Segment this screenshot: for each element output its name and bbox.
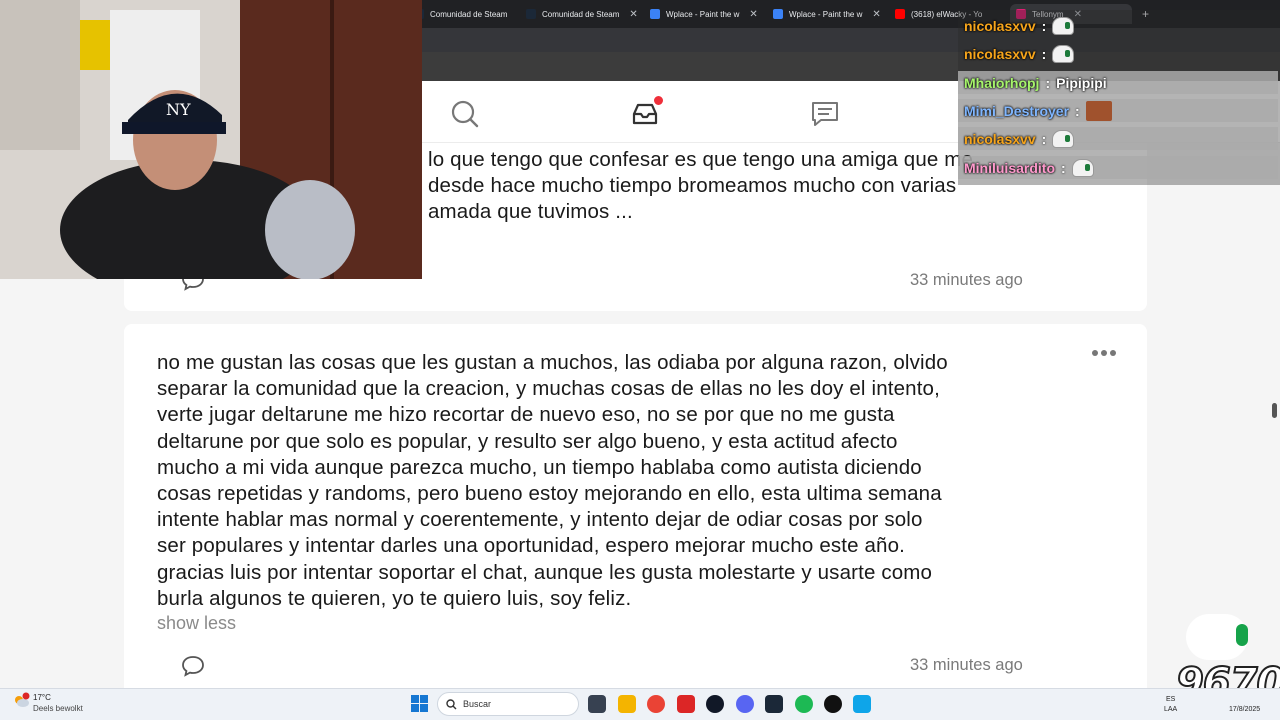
chat-separator: :: [1045, 74, 1051, 91]
chat-separator: :: [1041, 17, 1047, 34]
steam-icon: [526, 9, 536, 19]
task-view-icon[interactable]: [588, 695, 606, 713]
file-explorer-icon[interactable]: [618, 695, 636, 713]
close-icon[interactable]: ✕: [749, 9, 757, 20]
mascot-icon: [1186, 614, 1248, 660]
steam-icon[interactable]: [765, 695, 783, 713]
close-icon[interactable]: ✕: [629, 9, 637, 20]
post-timestamp: 33 minutes ago: [910, 656, 1023, 674]
obs-icon[interactable]: [824, 695, 842, 713]
dot-icon: [1101, 350, 1107, 356]
show-less-link[interactable]: show less: [157, 613, 236, 634]
chat-separator: :: [1041, 130, 1047, 147]
post-timestamp: 33 minutes ago: [910, 271, 1023, 289]
chat-username: nicolasxvv: [964, 17, 1036, 34]
webcam-feed-image: NY: [0, 0, 422, 279]
search-icon: [446, 698, 457, 709]
wplace-icon: [650, 9, 660, 19]
chat-message: nicolasxvv :: [958, 14, 1075, 37]
chat-message: Mimi_Destroyer :: [958, 99, 1278, 122]
search-placeholder: Buscar: [463, 699, 492, 709]
comment-icon[interactable]: [181, 655, 205, 677]
weather-temperature: 17°C: [33, 693, 51, 702]
wplace-icon: [773, 9, 783, 19]
xbox-icon[interactable]: [706, 695, 724, 713]
chat-message: nicolasxvv :: [958, 42, 1075, 65]
windows-start-icon[interactable]: [411, 695, 428, 712]
chat-username: Miniluisardito: [964, 159, 1055, 176]
ghost-emote-icon: [1071, 158, 1094, 177]
post-text: no me gustan las cosas que les gustan a …: [157, 351, 948, 610]
chat-username: nicolasxvv: [964, 130, 1036, 147]
chat-separator: :: [1061, 159, 1066, 176]
browser-tab[interactable]: Comunidad de Steam ✕: [520, 4, 638, 24]
chat-username: nicolasxvv: [964, 45, 1036, 62]
language-indicator[interactable]: ES: [1166, 696, 1175, 703]
weather-description: Deels bewolkt: [33, 704, 83, 713]
more-options-button[interactable]: [1092, 347, 1116, 359]
scrollbar-thumb[interactable]: [1272, 403, 1277, 418]
chat-username: Mimi_Destroyer: [964, 102, 1070, 119]
notification-badge: [652, 94, 665, 107]
dot-icon: [1092, 350, 1098, 356]
browser-tab[interactable]: Comunidad de Steam ✕: [408, 4, 516, 24]
svg-text:NY: NY: [166, 100, 191, 119]
app-icon[interactable]: [677, 695, 695, 713]
ghost-emote-icon: [1052, 129, 1075, 148]
chat-separator: :: [1041, 45, 1047, 62]
chat-username: Mhaiorhopj: [964, 74, 1040, 91]
chat-message: Mhaiorhopj : Pipipipi: [958, 71, 1278, 94]
chat-text: Pipipipi: [1056, 74, 1107, 91]
notepad-icon[interactable]: [853, 695, 871, 713]
chat-message: nicolasxvv :: [958, 127, 1278, 150]
taskbar: [0, 688, 1280, 720]
spotify-icon[interactable]: [795, 695, 813, 713]
post-text: lo que tengo que confesar es que tengo u…: [428, 148, 973, 224]
chrome-icon[interactable]: [647, 695, 665, 713]
chat-bubble-icon[interactable]: [810, 99, 840, 129]
browser-tab[interactable]: Wplace - Paint the w ✕: [767, 4, 885, 24]
youtube-icon: [895, 9, 905, 19]
taskbar-search[interactable]: Buscar: [437, 692, 579, 716]
browser-tab[interactable]: Wplace - Paint the w ✕: [644, 4, 762, 24]
chat-message: Miniluisardito :: [958, 156, 1278, 179]
discord-icon[interactable]: [736, 695, 754, 713]
face-emote-icon: [1085, 100, 1112, 121]
screen: Comunidad de Steam ✕ Comunidad de Steam …: [0, 0, 1280, 720]
weather-icon[interactable]: [12, 692, 30, 710]
search-icon[interactable]: [450, 99, 480, 129]
close-icon[interactable]: ✕: [872, 9, 880, 20]
chat-separator: :: [1075, 102, 1080, 119]
dot-icon: [1110, 350, 1116, 356]
clock-date[interactable]: 17/8/2025: [1229, 706, 1260, 713]
ghost-emote-icon: [1052, 16, 1075, 35]
language-region: LAA: [1164, 706, 1178, 713]
webcam-overlay: NY: [0, 0, 422, 279]
ghost-emote-icon: [1052, 44, 1075, 63]
